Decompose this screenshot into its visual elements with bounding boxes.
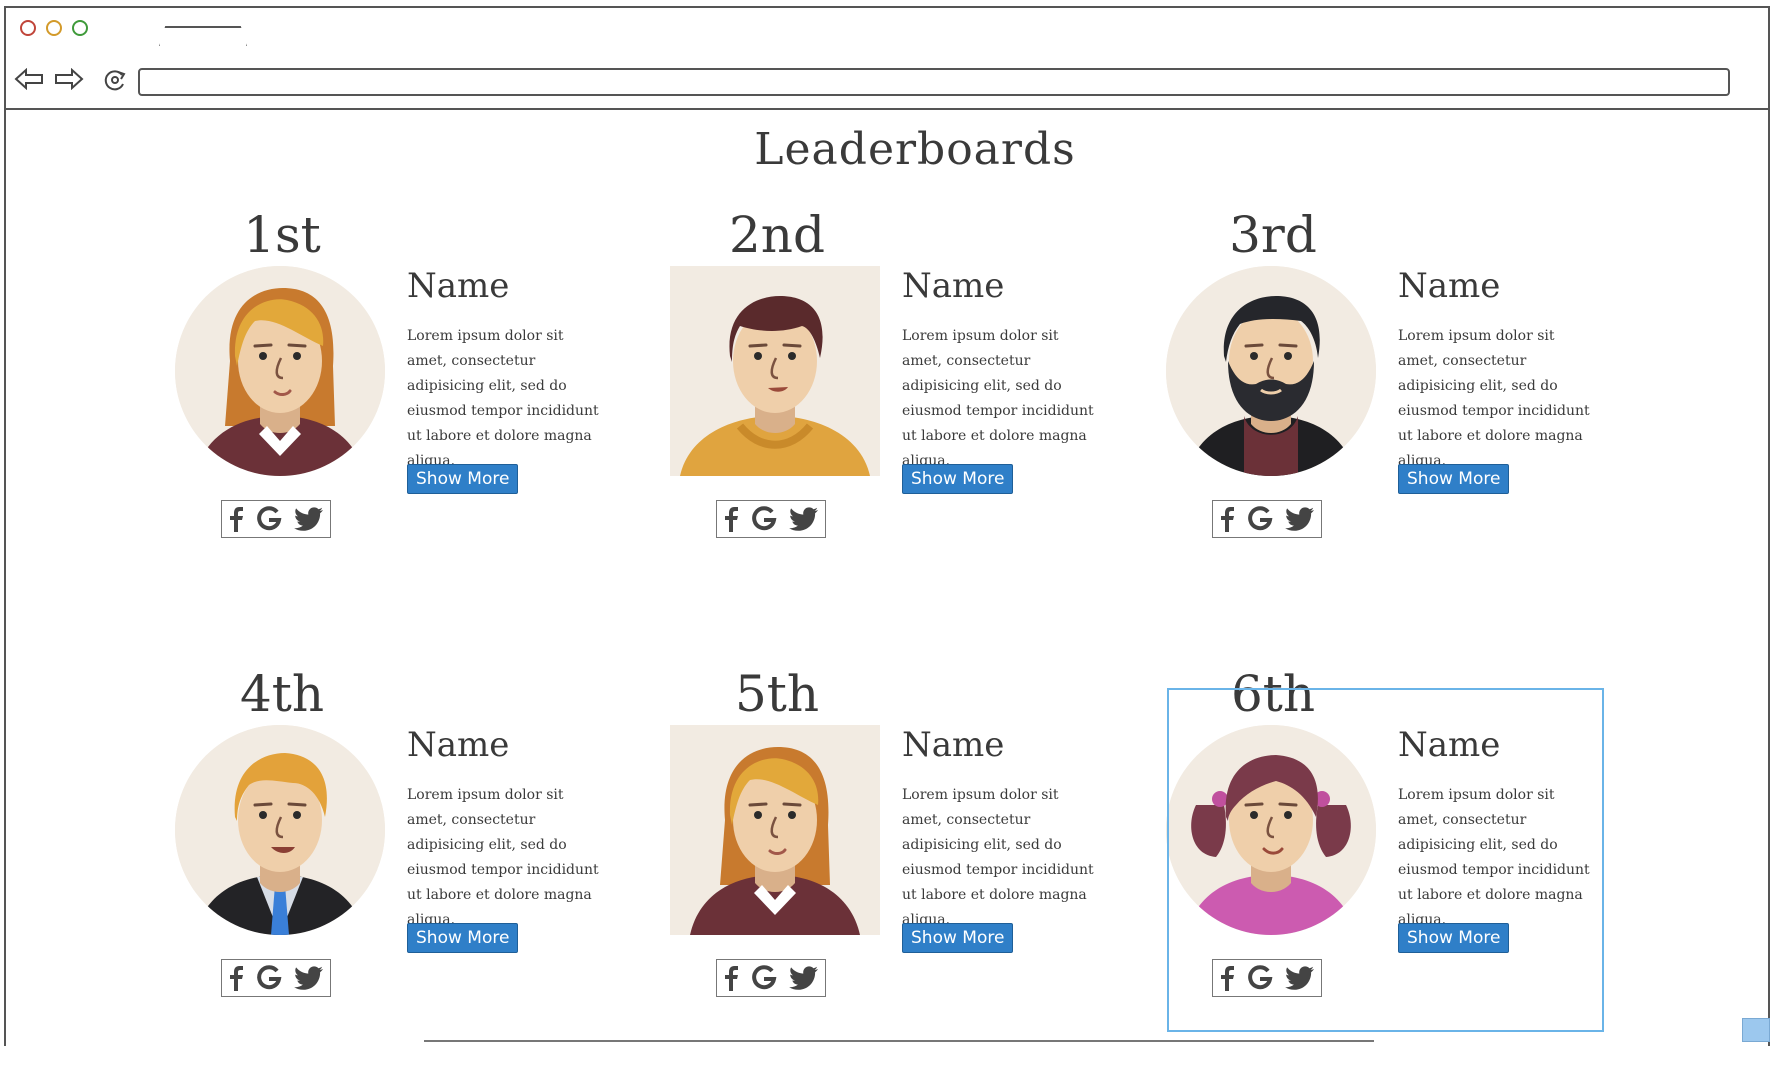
- social-links: [716, 959, 826, 997]
- player-description: Lorem ipsum dolor sit amet, consectetur …: [1398, 328, 1590, 469]
- man-brown-hair-avatar-icon: [670, 266, 880, 476]
- show-more-button[interactable]: Show More: [902, 923, 1014, 953]
- google-icon[interactable]: [751, 506, 777, 532]
- twitter-icon[interactable]: [1285, 507, 1315, 531]
- facebook-icon[interactable]: [228, 506, 244, 532]
- rank-label: 4th: [239, 665, 325, 723]
- google-icon[interactable]: [256, 965, 282, 991]
- device-icon[interactable]: [1742, 1018, 1770, 1042]
- google-icon[interactable]: [256, 506, 282, 532]
- show-more-button[interactable]: Show More: [902, 464, 1014, 494]
- google-icon[interactable]: [751, 965, 777, 991]
- facebook-icon[interactable]: [723, 965, 739, 991]
- show-more-button[interactable]: Show More: [407, 923, 519, 953]
- leaderboard-card: 5th Name Lorem ipsum dolor sit amet, con…: [652, 665, 1122, 1065]
- woman-blonde-avatar-icon: [175, 266, 385, 476]
- player-name: Name: [407, 725, 510, 765]
- forward-arrow-icon[interactable]: [54, 68, 84, 90]
- leaderboard-card: 2nd Name Lorem ipsum dolor sit amet, con…: [652, 206, 1122, 606]
- rank-label: 2nd: [728, 206, 826, 264]
- player-name: Name: [902, 266, 1005, 306]
- rank-label: 3rd: [1229, 206, 1317, 264]
- player-name: Name: [1398, 266, 1501, 306]
- back-arrow-icon[interactable]: [14, 68, 44, 90]
- browser-toolbar: [4, 46, 1770, 110]
- man-suit-avatar-icon: [175, 725, 385, 935]
- player-name: Name: [407, 266, 510, 306]
- leaderboard-card: 3rd Name Lorem ipsum dolor sit amet, con…: [1148, 206, 1618, 606]
- maximize-window-button[interactable]: [72, 20, 88, 36]
- facebook-icon[interactable]: [723, 506, 739, 532]
- show-more-button[interactable]: Show More: [407, 464, 519, 494]
- social-links: [716, 500, 826, 538]
- address-bar[interactable]: [138, 68, 1730, 96]
- social-links: [221, 959, 331, 997]
- close-window-button[interactable]: [20, 20, 36, 36]
- twitter-icon[interactable]: [789, 507, 819, 531]
- twitter-icon[interactable]: [789, 966, 819, 990]
- player-description: Lorem ipsum dolor sit amet, consectetur …: [902, 787, 1094, 928]
- page-title: Leaderboards: [754, 124, 1076, 175]
- player-description: Lorem ipsum dolor sit amet, consectetur …: [407, 787, 599, 928]
- browser-titlebar: [4, 6, 1770, 50]
- minimize-window-button[interactable]: [46, 20, 62, 36]
- player-description: Lorem ipsum dolor sit amet, consectetur …: [407, 328, 599, 469]
- player-description: Lorem ipsum dolor sit amet, consectetur …: [902, 328, 1094, 469]
- twitter-icon[interactable]: [294, 507, 324, 531]
- twitter-icon[interactable]: [294, 966, 324, 990]
- man-beard-avatar-icon: [1166, 266, 1376, 476]
- social-links: [221, 500, 331, 538]
- player-name: Name: [902, 725, 1005, 765]
- rank-label: 1st: [243, 206, 321, 264]
- leaderboard-card: 4th Name Lorem ipsum dolor sit amet, con…: [157, 665, 627, 1065]
- rank-label: 5th: [734, 665, 820, 723]
- show-more-button[interactable]: Show More: [1398, 464, 1510, 494]
- google-icon[interactable]: [1247, 506, 1273, 532]
- reload-icon[interactable]: [102, 68, 128, 91]
- woman-blonde-avatar-icon: [670, 725, 880, 935]
- leaderboard-card: 1st Name Lorem ipsum dolor sit amet, con…: [157, 206, 627, 606]
- divider: [424, 1040, 1374, 1042]
- selection-outline: [1167, 688, 1604, 1032]
- facebook-icon[interactable]: [1219, 506, 1235, 532]
- facebook-icon[interactable]: [228, 965, 244, 991]
- social-links: [1212, 500, 1322, 538]
